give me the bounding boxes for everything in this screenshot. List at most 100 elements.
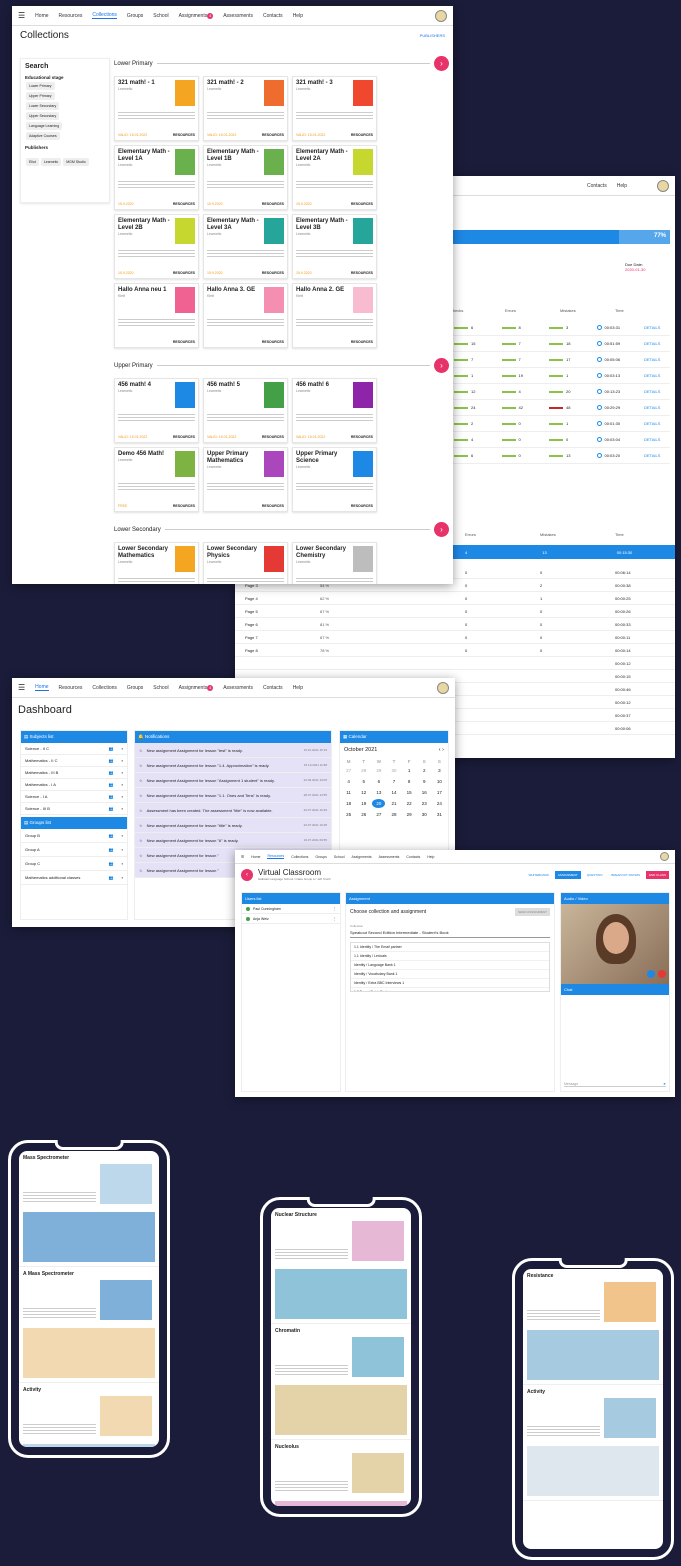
star-icon[interactable]: ☆: [139, 838, 143, 843]
hangup-icon[interactable]: [658, 970, 666, 978]
column-header[interactable]: Checks: [450, 308, 505, 313]
resources-link[interactable]: RESOURCES: [351, 202, 373, 206]
resources-link[interactable]: RESOURCES: [262, 340, 284, 344]
details-link[interactable]: DETAILS: [644, 325, 666, 330]
group-item[interactable]: Group C 👥 ▪: [21, 857, 127, 871]
collection-card[interactable]: Elementary Math - Level 1B Learnetic 15.9.…: [203, 145, 288, 210]
publishers-button[interactable]: PUBLISHERS: [420, 33, 445, 38]
nav-school[interactable]: School: [153, 685, 168, 691]
lesson-option[interactable]: Identity / Language Bank 1: [351, 961, 549, 970]
calendar-day[interactable]: 10: [433, 777, 446, 786]
subject-item[interactable]: Science - III B 👥 ▪: [21, 803, 127, 815]
book-icon[interactable]: ▪: [122, 794, 123, 799]
menu-icon[interactable]: ☰: [18, 683, 25, 692]
book-icon[interactable]: ▪: [122, 847, 123, 852]
star-icon[interactable]: ☆: [139, 778, 143, 783]
nav-assessments[interactable]: Assessments: [223, 685, 253, 691]
send-assignment-button[interactable]: SEND ASSIGNMENT: [515, 908, 550, 916]
stage-chip[interactable]: Lower Secondary: [26, 102, 60, 110]
publisher-chip[interactable]: MGM Studio: [63, 158, 89, 166]
resources-link[interactable]: RESOURCES: [262, 202, 284, 206]
stage-chip[interactable]: Adaptive Courses: [26, 132, 60, 140]
collection-card[interactable]: 321 math! - 3 Learnetic VALID: 15.01.2022 R…: [292, 76, 377, 141]
notification-item[interactable]: ☆ New assignment Assignment for lesson "1…: [135, 758, 331, 773]
nav-contacts[interactable]: Contacts: [406, 855, 420, 859]
stage-chip[interactable]: Upper Secondary: [26, 112, 60, 120]
menu-icon[interactable]: ☰: [241, 855, 244, 859]
nav-assignments[interactable]: Assignments 4: [179, 684, 214, 691]
collection-card[interactable]: Hallo Anna 2. GE Klett RESOURCES: [292, 283, 377, 348]
more-icon[interactable]: ⋮: [333, 917, 337, 921]
calendar-day[interactable]: 29: [372, 766, 385, 775]
calendar-day[interactable]: 17: [433, 788, 446, 797]
people-icon[interactable]: 👥: [109, 847, 114, 852]
notification-item[interactable]: ☆ New assignment Assignment for lesson "t…: [135, 818, 331, 833]
group-item[interactable]: Group B 👥 ▪: [21, 829, 127, 843]
resources-link[interactable]: RESOURCES: [351, 133, 373, 137]
calendar-day[interactable]: 2: [418, 766, 431, 775]
resources-link[interactable]: RESOURCES: [173, 133, 195, 137]
details-link[interactable]: DETAILS: [644, 389, 666, 394]
details-link[interactable]: DETAILS: [644, 405, 666, 410]
resources-link[interactable]: RESOURCES: [173, 271, 195, 275]
lesson-option[interactable]: Identity / Vocabulary Bank 1: [351, 970, 549, 979]
collection-card[interactable]: 321 math! - 2 Learnetic VALID: 15.01.2022 R…: [203, 76, 288, 141]
nav-collections[interactable]: Collections: [92, 12, 117, 19]
nav-home[interactable]: Home: [35, 684, 49, 691]
subject-item[interactable]: Science - II C 👥 ▪: [21, 743, 127, 755]
details-link[interactable]: DETAILS: [644, 373, 666, 378]
send-icon[interactable]: ➤: [663, 1082, 666, 1086]
details-link[interactable]: DETAILS: [644, 357, 666, 362]
resources-link[interactable]: RESOURCES: [262, 504, 284, 508]
notification-item[interactable]: ☆ Assessment has been created. The assess…: [135, 803, 331, 818]
calendar-day[interactable]: 18: [342, 799, 355, 808]
collection-card[interactable]: Hallo Anna neu 1 Klett RESOURCES: [114, 283, 199, 348]
book-icon[interactable]: ▪: [122, 833, 123, 838]
calendar-day[interactable]: 20: [372, 799, 386, 808]
nav-assessments[interactable]: Assessments: [223, 13, 253, 19]
calendar-day[interactable]: 25: [342, 810, 355, 819]
people-icon[interactable]: 👥: [109, 770, 114, 775]
lesson-option[interactable]: 1.1 Identity / The Email partner: [351, 943, 549, 952]
calendar-day[interactable]: 15: [403, 788, 416, 797]
book-icon[interactable]: ▪: [122, 782, 123, 787]
subject-item[interactable]: Mathematics - III B 👥 ▪: [21, 767, 127, 779]
book-icon[interactable]: ▪: [122, 875, 123, 880]
people-icon[interactable]: 👥: [109, 794, 114, 799]
collection-card[interactable]: 456 math! 4 Learnetic VALID: 15.01.2022 RES…: [114, 378, 199, 443]
collection-card[interactable]: Upper Primary Mathematics Learnetic RESOUR…: [203, 447, 288, 512]
resources-link[interactable]: RESOURCES: [173, 202, 195, 206]
column-header[interactable]: Time: [615, 532, 624, 537]
nav-groups[interactable]: Groups: [127, 685, 143, 691]
nav-assessments[interactable]: Assessments: [379, 855, 400, 859]
collection-card[interactable]: Elementary Math - Level 2A Learnetic 15.9.…: [292, 145, 377, 210]
calendar-day[interactable]: 31: [433, 810, 446, 819]
collection-card[interactable]: Upper Primary Science Learnetic RESOURCES: [292, 447, 377, 512]
collection-card[interactable]: 321 math! - 1 Learnetic VALID: 15.01.2022 R…: [114, 76, 199, 141]
message-input[interactable]: Message ➤: [564, 1082, 666, 1087]
calendar-day[interactable]: 16: [418, 788, 431, 797]
collection-card[interactable]: 456 math! 6 Learnetic VALID: 15.01.2022 RES…: [292, 378, 377, 443]
people-icon[interactable]: 👥: [109, 875, 114, 880]
nav-home[interactable]: Home: [35, 13, 48, 19]
avatar[interactable]: [657, 179, 669, 192]
calendar-day[interactable]: 21: [387, 799, 400, 808]
calendar-day[interactable]: 8: [403, 777, 416, 786]
star-icon[interactable]: ☆: [139, 763, 143, 768]
calendar-day[interactable]: 14: [387, 788, 400, 797]
book-icon[interactable]: ▪: [122, 806, 123, 811]
collection-card[interactable]: Demo 456 Math! Learnetic FREE RESOURCES: [114, 447, 199, 512]
publisher-chip[interactable]: Eliot: [26, 158, 39, 166]
calendar-day[interactable]: 11: [342, 788, 355, 797]
calendar-day[interactable]: 29: [403, 810, 416, 819]
collection-select[interactable]: Collection Speakout Second Edition Inter…: [350, 924, 550, 938]
resources-link[interactable]: RESOURCES: [262, 133, 284, 137]
vc-tab[interactable]: WHITEBOARD: [526, 871, 552, 879]
notification-item[interactable]: ☆ New assignment Assignment for lesson "1…: [135, 788, 331, 803]
details-link[interactable]: DETAILS: [644, 437, 666, 442]
group-item[interactable]: Group A 👥 ▪: [21, 843, 127, 857]
calendar-day[interactable]: 28: [387, 810, 400, 819]
lesson-option[interactable]: Identity / Extra BBC Interviews 1: [351, 979, 549, 988]
collection-card[interactable]: Lower Secondary Mathematics Learnetic: [114, 542, 199, 584]
star-icon[interactable]: ☆: [139, 748, 143, 753]
